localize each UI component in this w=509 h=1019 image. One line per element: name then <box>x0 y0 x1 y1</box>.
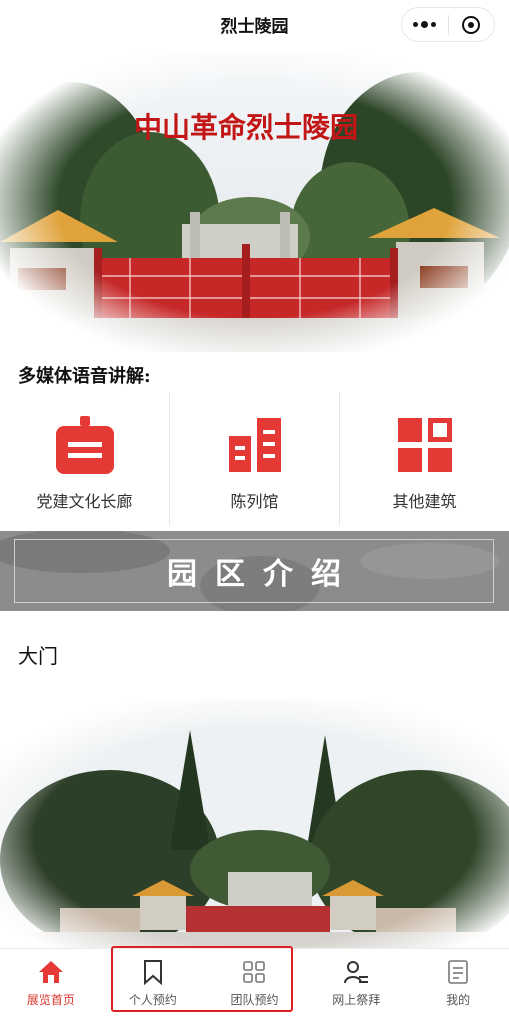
gate-sign-text: 中山革命烈士陵园 <box>134 111 358 144</box>
category-grid: 党建文化长廊 陈列馆 其他建筑 <box>0 392 509 526</box>
close-button[interactable] <box>448 8 494 41</box>
more-button[interactable] <box>402 8 448 41</box>
category-other-buildings[interactable]: 其他建筑 <box>339 392 509 526</box>
tab-label: 团队预约 <box>230 993 279 1007</box>
mini-program-capsule <box>401 7 495 42</box>
target-close-icon <box>462 15 481 34</box>
gate-photo <box>0 700 509 950</box>
category-party-culture[interactable]: 党建文化长廊 <box>0 392 169 526</box>
category-label: 其他建筑 <box>392 492 457 511</box>
tab-label: 网上祭拜 <box>332 993 381 1007</box>
tab-label: 个人预约 <box>128 993 177 1007</box>
multimedia-label: 多媒体语音讲解: <box>18 366 151 387</box>
category-label: 党建文化长廊 <box>36 492 133 511</box>
more-dots-icon <box>413 21 437 28</box>
tab-label: 展览首页 <box>26 993 75 1007</box>
grid-blocks-icon <box>396 414 454 476</box>
bookmark-icon <box>143 959 163 985</box>
document-icon <box>447 959 469 985</box>
banner-frame: 园区介绍 <box>14 539 494 603</box>
banner-text: 园区介绍 <box>167 557 359 592</box>
category-label: 陈列馆 <box>230 492 279 511</box>
home-icon <box>38 959 64 985</box>
tab-home[interactable]: 展览首页 <box>0 949 102 1019</box>
category-exhibition-hall[interactable]: 陈列馆 <box>169 392 339 526</box>
tab-personal-booking[interactable]: 个人预约 <box>102 949 204 1019</box>
park-intro-banner[interactable]: 园区介绍 <box>0 531 509 611</box>
four-squares-icon <box>242 959 266 985</box>
tab-mine[interactable]: 我的 <box>407 949 509 1019</box>
signboard-icon <box>54 414 116 476</box>
building-icon <box>227 414 283 476</box>
section-title: 大门 <box>18 644 58 668</box>
person-list-icon <box>343 959 369 985</box>
hero-gate-image: 中山革命烈士陵园 <box>0 52 509 352</box>
tab-group-booking[interactable]: 团队预约 <box>204 949 306 1019</box>
tab-online-tribute[interactable]: 网上祭拜 <box>305 949 407 1019</box>
navigation-bar: 烈士陵园 <box>0 0 509 50</box>
bottom-tab-bar: 展览首页 个人预约 团队预约 网上祭拜 我的 <box>0 948 509 1019</box>
tab-label: 我的 <box>446 993 471 1007</box>
